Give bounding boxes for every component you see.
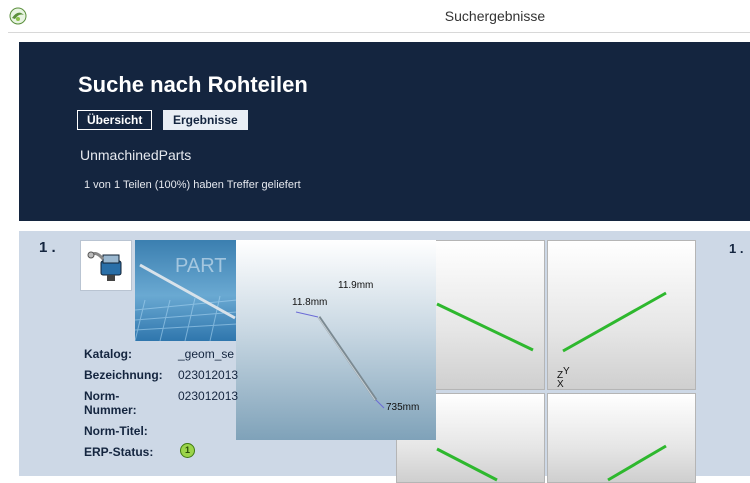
view-tile-iso[interactable] [547, 393, 696, 483]
axis-label-y: Y [563, 366, 570, 377]
part-type-icon[interactable] [80, 240, 132, 291]
window-title: Suchergebnisse [444, 8, 546, 24]
part-view-side: Z Y X [557, 291, 667, 390]
prop-label-norm-number: Norm-Nummer: [84, 389, 137, 417]
result-number: 1 . [39, 239, 56, 256]
dimension-length: 735mm [386, 402, 420, 413]
result-number-right: 1 . [729, 241, 744, 256]
catalog-subtitle: UnmachinedParts [80, 147, 192, 163]
prop-label-catalog: Katalog: [84, 347, 132, 361]
thumbnail-brand-text: PART [175, 255, 227, 277]
window-border [0, 32, 8, 476]
title-bar: Suchergebnisse [0, 0, 750, 33]
tab-results[interactable]: Ergebnisse [163, 110, 248, 130]
result-summary: 1 von 1 Teilen (100%) haben Treffer geli… [84, 179, 301, 191]
dimension-width: 11.9mm [338, 280, 374, 291]
prop-label-designation: Bezeichnung: [84, 368, 163, 382]
axis-label-x: X [557, 379, 564, 390]
page-title: Suche nach Rohteilen [78, 72, 308, 97]
catalog-thumbnail[interactable]: PART [135, 240, 237, 341]
part-preview-popup: 11.9mm 11.8mm 735mm [236, 240, 436, 440]
prop-value-designation: 023012013 [178, 368, 239, 382]
result-item: 1 . 1 . PART Z Y X 11.9mm 11.8mm 735mm K… [19, 231, 750, 483]
part-view-iso [607, 444, 667, 482]
tab-overview[interactable]: Übersicht [77, 110, 153, 130]
erp-status-icon[interactable]: 1 [180, 443, 195, 458]
dimension-diameter: 11.8mm [292, 297, 328, 308]
drill-part-icon [87, 251, 122, 281]
prop-label-erp-status: ERP-Status: [84, 445, 154, 459]
catalog-thumbnail-graphic: PART [135, 255, 237, 341]
prop-value-catalog: _geom_se [178, 347, 235, 361]
search-header: Suche nach Rohteilen Übersicht Ergebniss… [19, 42, 750, 221]
prop-value-norm-number: 023012013 [178, 389, 239, 403]
prop-label-norm-title: Norm-Titel: [84, 424, 148, 438]
view-tile-side[interactable]: Z Y X [547, 240, 696, 390]
